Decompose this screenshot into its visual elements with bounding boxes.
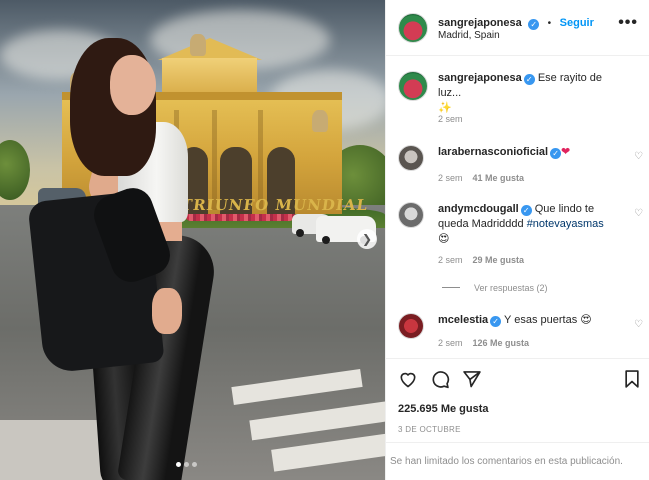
post-header: sangrejaponesa ✓ • Seguir Madrid, Spain …	[386, 0, 649, 56]
carousel-dot	[192, 462, 197, 467]
post-actions: 225.695 Me gusta 3 DE OCTUBRE Se han lim…	[386, 358, 649, 480]
post-photo[interactable]: TRIUNFO MUNDIAL ❯	[0, 0, 385, 480]
comment-item: larabernasconioficial ✓ ❤ 2 sem 41 Me gusta…	[398, 145, 643, 185]
caption: sangrejaponesa ✓ Ese rayito de luz... ✨ 2…	[398, 71, 643, 131]
avatar[interactable]	[398, 71, 428, 101]
carousel-dot	[184, 462, 189, 467]
bookmark-icon[interactable]	[622, 369, 642, 389]
view-replies-button[interactable]: Ver respuestas (2)	[442, 283, 548, 293]
comment-item: andymcdougall ✓ Que lindo te queda Madrid…	[398, 202, 643, 272]
woman-face	[110, 55, 156, 115]
verified-icon: ✓	[528, 19, 540, 30]
post-side-panel: sangrejaponesa ✓ • Seguir Madrid, Spain …	[385, 0, 649, 480]
avatar[interactable]	[398, 145, 424, 171]
comment-time: 2 sem	[438, 255, 463, 265]
avatar[interactable]	[398, 202, 424, 228]
caption-username[interactable]: sangrejaponesa	[438, 72, 522, 84]
avatar[interactable]	[398, 313, 424, 339]
heart-eyes-emoji: 😍	[580, 314, 592, 326]
comment-username[interactable]: andymcdougall	[438, 203, 519, 215]
post-username[interactable]: sangrejaponesa	[438, 17, 522, 29]
woman-hand	[152, 288, 182, 334]
hashtag-link[interactable]: #notevayasmas	[527, 218, 604, 230]
verified-icon: ✓	[523, 74, 535, 85]
comment-likes[interactable]: 41 Me gusta	[473, 173, 525, 183]
avatar[interactable]	[398, 13, 428, 43]
heart-icon[interactable]	[398, 369, 418, 389]
verified-icon: ✓	[490, 316, 502, 327]
comment-item: mcelestia ✓ Y esas puertas 😍 2 sem 126 Me …	[398, 313, 643, 353]
more-options-icon[interactable]: •••	[618, 14, 638, 32]
post-date: 3 DE OCTUBRE	[398, 425, 461, 434]
chevron-right-icon: ❯	[361, 232, 373, 246]
heart-eyes-emoji: 😍	[438, 233, 450, 245]
comment-likes[interactable]: 29 Me gusta	[473, 255, 525, 265]
heart-icon[interactable]: ♡	[634, 319, 643, 330]
comment-text: Y esas puertas	[504, 314, 578, 326]
comment-username[interactable]: mcelestia	[438, 314, 488, 326]
heart-emoji: ❤	[561, 146, 571, 158]
comment-time: 2 sem	[438, 338, 463, 348]
carousel-dot	[176, 462, 181, 467]
caption-time: 2 sem	[438, 114, 463, 124]
carousel-dots	[176, 462, 197, 467]
comment-time: 2 sem	[438, 173, 463, 183]
heart-icon[interactable]: ♡	[634, 208, 643, 219]
comment-username[interactable]: larabernasconioficial	[438, 146, 548, 158]
carousel-next-button[interactable]: ❯	[357, 229, 377, 249]
post-location[interactable]: Madrid, Spain	[438, 30, 500, 41]
sparkles-emoji: ✨	[438, 102, 452, 114]
heart-icon[interactable]: ♡	[634, 151, 643, 162]
likes-count[interactable]: 225.695 Me gusta	[398, 403, 489, 415]
comment-likes[interactable]: 126 Me gusta	[473, 338, 530, 348]
verified-icon: ✓	[520, 205, 532, 216]
photo-lettering: TRIUNFO MUNDIAL	[179, 196, 370, 214]
comment-icon[interactable]	[430, 369, 450, 389]
verified-icon: ✓	[550, 148, 562, 159]
paper-plane-icon[interactable]	[462, 369, 482, 389]
comments-limited-notice: Se han limitado los comentarios en esta …	[386, 442, 649, 480]
follow-button[interactable]: Seguir	[560, 17, 594, 29]
